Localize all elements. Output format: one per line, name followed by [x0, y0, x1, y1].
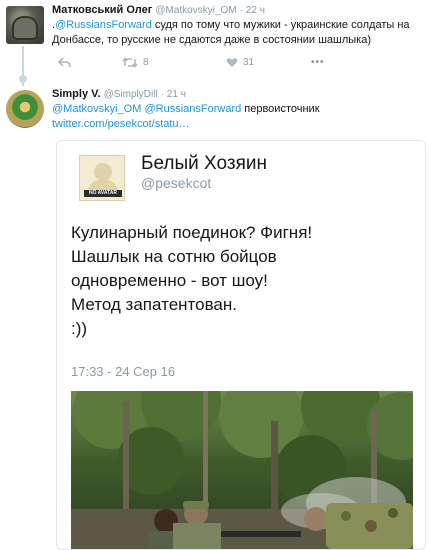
avatar-head-shape — [94, 163, 112, 181]
tweet-text: .@RussiansForward судя по тому что мужик… — [52, 18, 424, 48]
retweet-count: 8 — [143, 57, 149, 68]
quoted-tweet-card[interactable]: NO AVATAR Белый Хозяин @pesekcot Кулинар… — [56, 140, 426, 550]
thread-dot — [19, 75, 27, 83]
mention-link[interactable]: @RussiansForward — [144, 103, 241, 115]
retweet-icon — [122, 57, 138, 68]
author-name[interactable]: Simply V. — [52, 88, 101, 100]
quoted-author-handle[interactable]: @pesekcot — [141, 175, 211, 191]
avatar[interactable] — [6, 6, 44, 44]
tweet-header: Simply V. @SimplyDill · 21 ч — [52, 88, 186, 100]
tweet-simplyv: Simply V. @SimplyDill · 21 ч @Matkovskyi… — [0, 86, 430, 550]
tweet-body: первоисточник — [241, 103, 320, 115]
tweet-matkovskyi: Матковський Олег @Matkovskyi_OM · 22 ч .… — [0, 0, 430, 86]
mention-link[interactable]: @Matkovskyi_OM — [52, 103, 141, 115]
tweet-time[interactable]: · 21 ч — [161, 89, 186, 100]
heart-icon — [226, 58, 238, 67]
reply-button[interactable] — [58, 57, 71, 68]
no-avatar-label: NO AVATAR — [84, 190, 122, 197]
no-avatar-image[interactable]: NO AVATAR — [79, 155, 125, 201]
more-icon: ••• — [311, 57, 325, 68]
tweet-text: @Matkovskyi_OM @RussiansForward первоист… — [52, 102, 424, 132]
reply-icon — [58, 57, 71, 68]
quoted-text-line: Кулинарный поединок? Фигня! — [71, 223, 313, 242]
tweet-header: Матковський Олег @Matkovskyi_OM · 22 ч — [52, 4, 265, 16]
tweet-url-link[interactable]: twitter.com/pesekcot/statu… — [52, 118, 190, 130]
tweet-photo[interactable] — [71, 391, 413, 549]
author-handle[interactable]: @Matkovskyi_OM — [155, 5, 236, 16]
like-count: 31 — [243, 57, 255, 68]
more-button[interactable]: ••• — [311, 57, 325, 68]
retweet-button[interactable]: 8 — [122, 57, 149, 68]
avatar-figure — [12, 16, 38, 40]
quoted-text-line: Метод запатентован. — [71, 295, 237, 314]
like-button[interactable]: 31 — [226, 57, 254, 68]
quoted-text-line: :)) — [71, 319, 88, 338]
tweet-time[interactable]: · 22 ч — [240, 5, 265, 16]
quoted-tweet-text: Кулинарный поединок? Фигня! Шашлык на со… — [71, 221, 421, 341]
quoted-author-name[interactable]: Белый Хозяин — [141, 153, 267, 175]
quoted-tweet-date[interactable]: 17:33 - 24 Сер 16 — [71, 364, 175, 379]
quoted-text-line: одновременно - вот шоу! — [71, 271, 268, 290]
author-handle[interactable]: @SimplyDill — [104, 89, 158, 100]
author-name[interactable]: Матковський Олег — [52, 4, 152, 16]
quoted-text-line: Шашлык на сотню бойцов — [71, 247, 277, 266]
avatar[interactable] — [6, 90, 44, 128]
mention-link[interactable]: @RussiansForward — [55, 19, 152, 31]
forest-photo-image — [71, 391, 413, 549]
